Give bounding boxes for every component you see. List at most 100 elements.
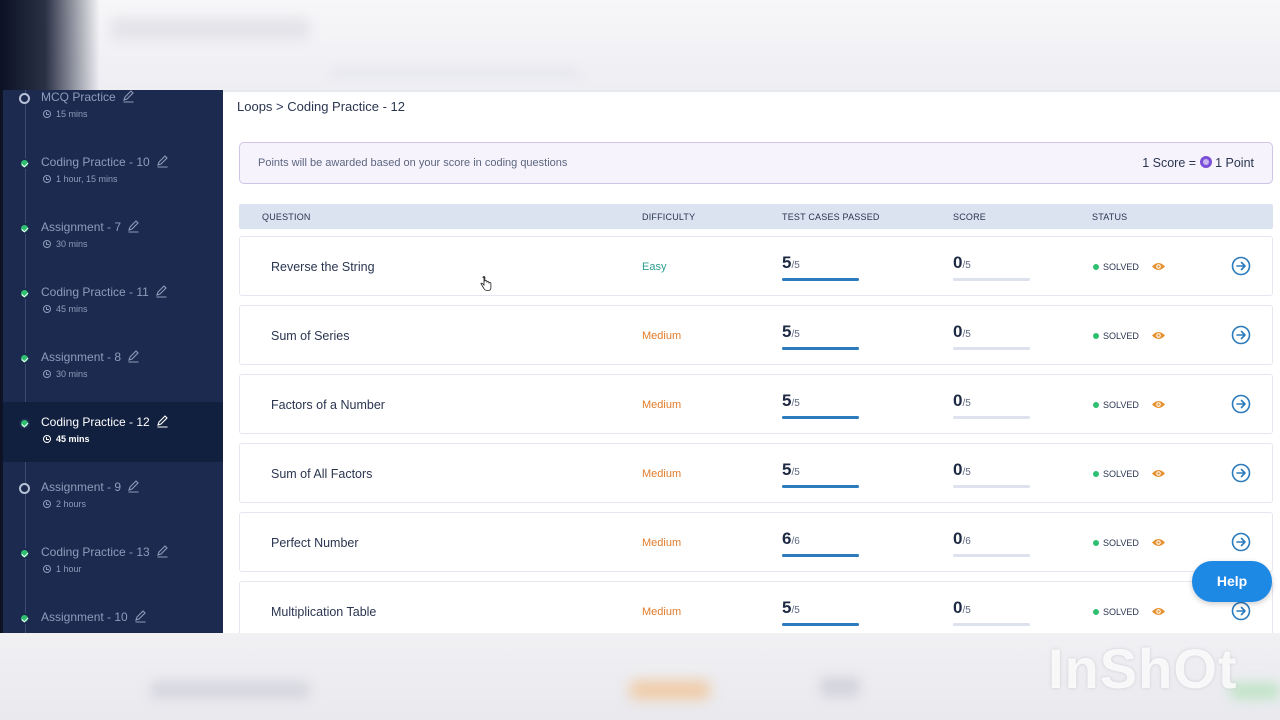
sidebar-item-label: Coding Practice - 13: [41, 545, 150, 559]
completed-check-icon: [19, 613, 30, 624]
sidebar-item-label: Assignment - 8: [41, 350, 122, 364]
banner-text: Points will be awarded based on your sco…: [258, 157, 568, 169]
eye-icon[interactable]: [1151, 330, 1166, 341]
blurred-footer-item: [150, 681, 310, 699]
score-progress-bar: [953, 485, 1030, 488]
status-badge: SOLVED: [1093, 538, 1139, 548]
help-button[interactable]: Help: [1192, 561, 1272, 602]
arrow-circle-right-icon[interactable]: [1231, 532, 1251, 552]
edit-icon[interactable]: [122, 90, 135, 103]
status-dot-icon: [1093, 402, 1099, 408]
points-conversion: 1 Score = 1 Point: [1142, 156, 1254, 170]
arrow-circle-right-icon[interactable]: [1231, 256, 1251, 276]
edit-icon[interactable]: [155, 285, 168, 298]
score-total: /5: [962, 605, 971, 616]
coin-icon: [1200, 156, 1213, 168]
sidebar-item-title: Coding Practice - 10: [41, 155, 169, 169]
score: 0/5: [953, 322, 971, 342]
score-progress-bar: [953, 416, 1030, 419]
duration-text: 2 hours: [56, 499, 87, 509]
header-difficulty: DIFFICULTY: [642, 212, 696, 222]
test-cases-passed: 5/5: [782, 391, 800, 411]
edit-icon[interactable]: [156, 415, 169, 428]
question-row[interactable]: Reverse the String Easy 5/5 0/5 SOLVED: [239, 236, 1273, 296]
edit-icon[interactable]: [134, 610, 147, 623]
test-cases-progress-bar: [782, 623, 859, 626]
difficulty-label: Medium: [642, 468, 682, 480]
blurred-header-text: [110, 18, 310, 40]
score-total: /5: [962, 398, 971, 409]
sidebar-item[interactable]: Coding Practice - 11 45 mins: [3, 283, 223, 343]
question-name[interactable]: Sum of Series: [271, 329, 350, 343]
test-cases-passed: 5/5: [782, 322, 800, 342]
status-text: SOLVED: [1103, 262, 1139, 272]
question-name[interactable]: Perfect Number: [271, 536, 359, 550]
passed-total: /5: [791, 260, 800, 271]
status-text: SOLVED: [1103, 607, 1139, 617]
duration-text: 1 hour, 15 mins: [56, 174, 118, 184]
passed-total: /5: [791, 605, 800, 616]
question-name[interactable]: Factors of a Number: [271, 398, 385, 412]
blurred-header-text: [330, 68, 580, 78]
status-text: SOLVED: [1103, 331, 1139, 341]
edit-icon[interactable]: [127, 480, 140, 493]
arrow-circle-right-icon[interactable]: [1231, 325, 1251, 345]
status-badge: SOLVED: [1093, 262, 1139, 272]
arrow-circle-right-icon[interactable]: [1231, 463, 1251, 483]
clock-icon: [43, 110, 51, 118]
question-row[interactable]: Perfect Number Medium 6/6 0/6 SOLVED: [239, 512, 1273, 572]
arrow-circle-right-icon[interactable]: [1231, 601, 1251, 621]
completed-check-icon: [19, 548, 30, 559]
sidebar-item[interactable]: Coding Practice - 12 45 mins: [3, 402, 223, 462]
clock-icon: [43, 565, 51, 573]
sidebar-item[interactable]: Coding Practice - 10 1 hour, 15 mins: [3, 153, 223, 213]
edit-icon[interactable]: [156, 545, 169, 558]
points-banner: Points will be awarded based on your sco…: [239, 142, 1273, 184]
sidebar-item[interactable]: Assignment - 8 30 mins: [3, 348, 223, 408]
status-badge: SOLVED: [1093, 469, 1139, 479]
sidebar-item-label: Coding Practice - 12: [41, 415, 150, 429]
test-cases-passed: 5/5: [782, 253, 800, 273]
sidebar-item[interactable]: Assignment - 7 30 mins: [3, 218, 223, 278]
pending-circle-icon: [19, 483, 30, 494]
eye-icon[interactable]: [1151, 606, 1166, 617]
score-total: /5: [962, 329, 971, 340]
question-row[interactable]: Multiplication Table Medium 5/5 0/5 SOLVED: [239, 581, 1273, 633]
question-row[interactable]: Sum of Series Medium 5/5 0/5 SOLVED: [239, 305, 1273, 365]
sidebar-item[interactable]: MCQ Practice 15 mins: [3, 90, 223, 148]
passed-total: /5: [791, 467, 800, 478]
eye-icon[interactable]: [1151, 468, 1166, 479]
completed-check-icon: [19, 223, 30, 234]
sidebar-item-label: Coding Practice - 10: [41, 155, 150, 169]
sidebar-item[interactable]: Assignment - 9 2 hours: [3, 478, 223, 538]
sidebar-item[interactable]: Assignment - 10: [3, 608, 223, 633]
clock-icon: [43, 500, 51, 508]
test-cases-progress-fill: [782, 485, 859, 488]
question-name[interactable]: Multiplication Table: [271, 605, 376, 619]
question-row[interactable]: Sum of All Factors Medium 5/5 0/5 SOLVED: [239, 443, 1273, 503]
sidebar-item-duration: 45 mins: [43, 434, 90, 444]
edit-icon[interactable]: [156, 155, 169, 168]
difficulty-label: Medium: [642, 537, 682, 549]
sidebar-item-title: Coding Practice - 11: [41, 285, 168, 299]
score-total: /5: [962, 467, 971, 478]
header-question: QUESTION: [262, 212, 311, 222]
sidebar-item-title: Assignment - 9: [41, 480, 140, 494]
passed-total: /5: [791, 398, 800, 409]
edit-icon[interactable]: [127, 350, 140, 363]
question-row[interactable]: Factors of a Number Medium 5/5 0/5 SOLVED: [239, 374, 1273, 434]
eye-icon[interactable]: [1151, 537, 1166, 548]
question-name[interactable]: Reverse the String: [271, 260, 375, 274]
arrow-circle-right-icon[interactable]: [1231, 394, 1251, 414]
eye-icon[interactable]: [1151, 399, 1166, 410]
score-total: /5: [962, 260, 971, 271]
eye-icon[interactable]: [1151, 261, 1166, 272]
edit-icon[interactable]: [127, 220, 140, 233]
sidebar-item[interactable]: Coding Practice - 13 1 hour: [3, 543, 223, 603]
duration-text: 30 mins: [56, 239, 88, 249]
score-total: /6: [962, 536, 971, 547]
test-cases-progress-bar: [782, 554, 859, 557]
question-name[interactable]: Sum of All Factors: [271, 467, 372, 481]
passed-total: /6: [791, 536, 800, 547]
main-content: Loops > Coding Practice - 12 Points will…: [223, 90, 1280, 633]
